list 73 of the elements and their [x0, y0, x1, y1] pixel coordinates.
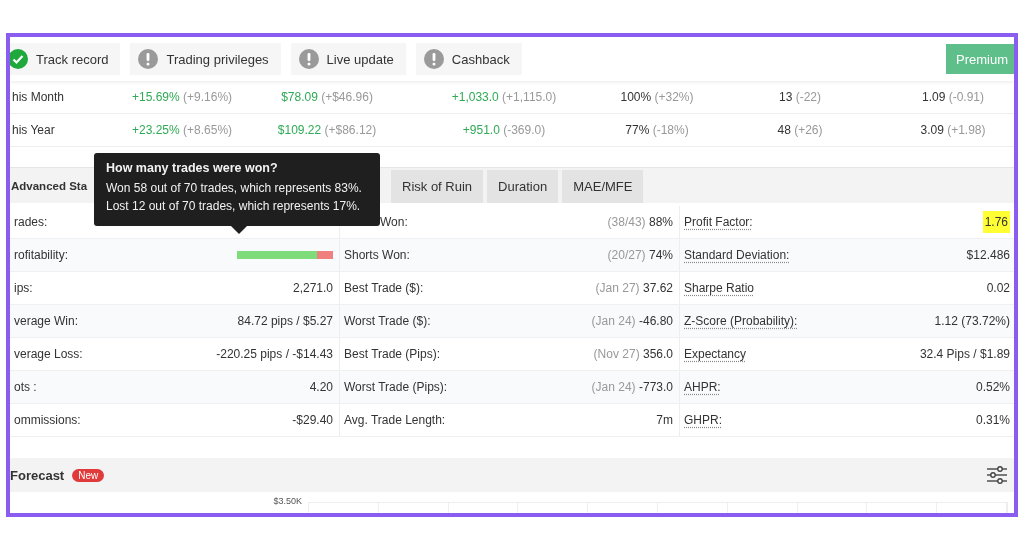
status-chip[interactable]: Track record [10, 43, 121, 75]
stat-value: +951.0 (-369.0) [461, 123, 547, 137]
axis-label: $3.50K [272, 496, 303, 508]
stat-label: Profit Factor: [684, 215, 753, 229]
stat-value: 7m [656, 413, 673, 427]
stat-label: Avg. Trade Length: [344, 413, 446, 427]
stat-value: 77% (-18%) [624, 123, 690, 137]
stat-value: (Jan 27) 37.62 [595, 281, 673, 295]
stat-label: Expectancy [684, 347, 747, 361]
warning-icon [423, 49, 444, 69]
status-chip[interactable]: Live update [290, 43, 406, 75]
stat-value: $78.09 (+$46.96) [280, 90, 374, 104]
tooltip-text: Won 58 out of 70 trades, which represents 83%. [106, 180, 363, 197]
stat-label: verage Loss: [14, 347, 83, 361]
section-title: Advanced Sta [11, 179, 88, 192]
tab[interactable]: Duration [487, 170, 559, 203]
stat-value: 3.09 (+1.98) [919, 123, 987, 137]
settings-icon[interactable] [986, 465, 1008, 485]
stat-label: verage Win: [14, 314, 79, 328]
status-chip[interactable]: Trading privileges [130, 43, 281, 75]
stat-value: 13 (-22) [777, 90, 822, 104]
stat-value: 1.76 [982, 211, 1010, 233]
stat-value: 84.72 pips / $5.27 [237, 314, 333, 328]
stat-value: $109.22 (+$86.12) [276, 123, 378, 137]
check-icon [10, 49, 28, 69]
stat-label: Won: [380, 215, 408, 229]
new-badge: New [72, 468, 105, 482]
stat-value: +1,033.0 (+1,115.0) [450, 90, 558, 104]
warning-icon [298, 49, 319, 69]
stat-value: 48 (+26) [776, 123, 824, 137]
stat-label: Z-Score (Probability): [684, 314, 798, 328]
stat-label: AHPR: [684, 380, 721, 394]
stat-value: $12.486 [966, 248, 1010, 262]
stat-label: GHPR: [684, 413, 722, 427]
stat-value: (Jan 24) -46.80 [591, 314, 673, 328]
stat-label: Worst Trade (Pips): [344, 380, 448, 394]
stat-value: -$29.40 [292, 413, 333, 427]
stat-value: (Jan 24) -773.0 [591, 380, 673, 394]
stat-value: 0.52% [975, 380, 1010, 394]
row-label: his Year [12, 123, 56, 137]
stat-label: rofitability: [14, 248, 69, 262]
stat-label: ommissions: [14, 413, 81, 427]
stat-label: rades: [14, 215, 48, 229]
tooltip-title: How many trades were won? [106, 161, 279, 175]
row-label: his Month [12, 90, 66, 104]
tab[interactable]: MAE/MFE [562, 170, 644, 203]
stat-label: Shorts Won: [344, 248, 410, 262]
stat-value: (38/43) 88% [607, 215, 673, 229]
stat-value: 0.02 [986, 281, 1010, 295]
stat-label: Worst Trade ($): [344, 314, 431, 328]
stat-value: (Nov 27) 356.0 [593, 347, 673, 361]
stat-value: (20/27) 74% [607, 248, 673, 262]
stat-value: 0.31% [975, 413, 1010, 427]
stat-value: +15.69% (+9.16%) [130, 90, 234, 104]
section-title: Forecast [10, 467, 65, 483]
stat-value: +23.25% (+8.65%) [130, 123, 234, 137]
stat-value: 1.12 (73.72%) [934, 314, 1010, 328]
tooltip-text: Lost 12 out of 70 trades, which represents 17%. [106, 198, 362, 215]
stat-label: Standard Deviation: [684, 248, 790, 262]
stat-label: Best Trade ($): [344, 281, 424, 295]
stat-label: Best Trade (Pips): [344, 347, 441, 361]
stat-value: 32.4 Pips / $1.89 [919, 347, 1010, 361]
warning-icon [138, 49, 159, 69]
stat-value: 1.09 (-0.91) [920, 90, 985, 104]
stat-label: Sharpe Ratio [684, 281, 755, 295]
status-chip[interactable]: Cashback [415, 43, 522, 75]
stat-value: 4.20 [309, 380, 333, 394]
tab[interactable]: Risk of Ruin [391, 170, 484, 203]
stat-value: -220.25 pips / -$14.43 [216, 347, 333, 361]
stat-label: ots : [14, 380, 37, 394]
stat-value: 100% (+32%) [619, 90, 695, 104]
stat-label: ips: [14, 281, 33, 295]
stat-value: 2,271.0 [292, 281, 333, 295]
